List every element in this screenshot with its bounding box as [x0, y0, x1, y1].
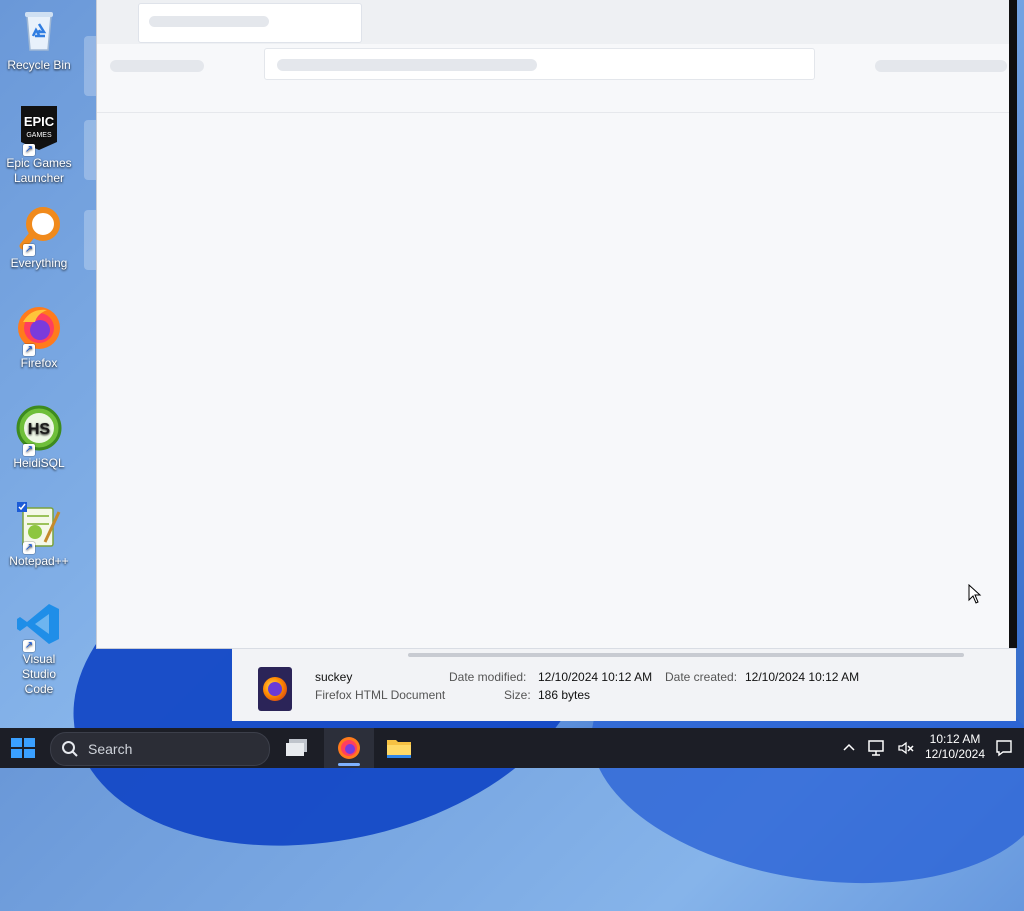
task-view-icon — [286, 739, 307, 756]
taskbar-search[interactable]: Search — [50, 732, 270, 766]
task-view-button[interactable] — [274, 728, 324, 768]
volume-muted-icon[interactable] — [896, 738, 916, 761]
desktop-icon-notepad-plus-plus[interactable]: ↗ Notepad++ — [6, 502, 72, 569]
desktop-icon-label: Notepad++ — [9, 554, 69, 568]
shortcut-arrow-icon: ↗ — [23, 542, 35, 554]
notepad-plus-plus-icon: ↗ — [15, 502, 63, 554]
desktop-icon-everything[interactable]: ↗ Everything — [6, 204, 72, 271]
shortcut-arrow-icon: ↗ — [23, 144, 35, 156]
epic-games-icon: EPIC GAMES ↗ — [15, 104, 63, 156]
taskbar-clock[interactable]: 10:12 AM 12/10/2024 — [918, 732, 992, 762]
firefox-logo-core — [268, 682, 282, 696]
taskbar: Search 10:12 AM 12/10/2024 — [0, 728, 1024, 768]
navigation-buttons-placeholder[interactable] — [110, 60, 204, 72]
recycle-bin-icon — [15, 6, 63, 54]
svg-text:GAMES: GAMES — [26, 132, 52, 139]
shortcut-arrow-icon: ↗ — [23, 344, 35, 356]
clock-time: 10:12 AM — [929, 732, 981, 746]
shortcut-arrow-icon: ↗ — [23, 640, 35, 652]
shortcut-arrow-icon: ↗ — [23, 444, 35, 456]
tab-strip — [97, 0, 1009, 44]
mouse-cursor-icon — [968, 584, 982, 604]
heidisql-icon: HS ↗ — [15, 404, 63, 456]
date-modified-label: Date modified: — [449, 670, 527, 684]
everything-search-icon: ↗ — [15, 204, 63, 256]
windows-logo-icon — [11, 738, 35, 758]
svg-text:EPIC: EPIC — [24, 114, 55, 129]
svg-text:HS: HS — [28, 421, 51, 438]
desktop-icon-label: Firefox — [20, 356, 58, 370]
file-type: Firefox HTML Document — [315, 688, 446, 702]
desktop-icon-label: HeidiSQL — [13, 456, 65, 470]
window-edge — [1009, 0, 1017, 648]
desktop-icon-label: Recycle Bin — [7, 58, 71, 72]
address-bar[interactable] — [264, 48, 815, 80]
taskbar-firefox-button[interactable] — [324, 728, 374, 768]
explorer-window[interactable] — [97, 0, 1009, 648]
date-created-value: 12/10/2024 10:12 AM — [745, 670, 860, 684]
desktop-icon-epic-games[interactable]: EPIC GAMES ↗ Epic Games Launcher — [6, 104, 72, 186]
desktop-icon-label: Visual Studio Code — [21, 652, 57, 696]
vscode-icon: ↗ — [15, 600, 63, 652]
start-button[interactable] — [10, 737, 36, 759]
tab-title-placeholder — [149, 16, 269, 27]
firefox-icon — [338, 737, 360, 759]
firefox-icon: ↗ — [15, 304, 63, 356]
search-icon — [62, 741, 78, 757]
shortcut-arrow-icon: ↗ — [23, 244, 35, 256]
network-icon[interactable] — [866, 738, 886, 761]
content-area[interactable] — [97, 113, 1009, 648]
active-app-indicator — [338, 763, 360, 766]
notifications-icon[interactable] — [994, 738, 1014, 761]
address-bar-placeholder — [277, 59, 537, 71]
address-row — [97, 44, 1009, 113]
desktop-icon-label: Epic Games Launcher — [6, 156, 72, 185]
desktop-icon-recycle-bin[interactable]: Recycle Bin — [6, 6, 72, 73]
desktop-icon-firefox[interactable]: ↗ Firefox — [6, 304, 72, 371]
details-pane: suckey Firefox HTML Document Date modifi… — [232, 648, 1016, 721]
date-created-label: Date created: — [665, 670, 738, 684]
desktop-icon-heidisql[interactable]: HS ↗ HeidiSQL — [6, 404, 72, 471]
taskbar-file-explorer-button[interactable] — [374, 728, 424, 768]
size-label: Size: — [504, 688, 531, 702]
search-box-placeholder[interactable] — [875, 60, 1007, 72]
date-modified-value: 12/10/2024 10:12 AM — [538, 670, 653, 684]
clock-date: 12/10/2024 — [924, 747, 986, 761]
search-placeholder: Search — [88, 741, 133, 757]
desktop-icon-label: Everything — [10, 256, 68, 270]
firefox-html-document-icon — [258, 667, 292, 711]
show-hidden-icons-chevron-icon[interactable] — [842, 738, 856, 761]
size-value: 186 bytes — [538, 688, 591, 702]
window-tab[interactable] — [138, 3, 362, 43]
horizontal-scrollbar[interactable] — [408, 653, 964, 657]
desktop-icon-vscode[interactable]: ↗ Visual Studio Code — [6, 600, 72, 697]
file-explorer-icon — [387, 740, 411, 758]
file-name: suckey — [315, 670, 353, 684]
